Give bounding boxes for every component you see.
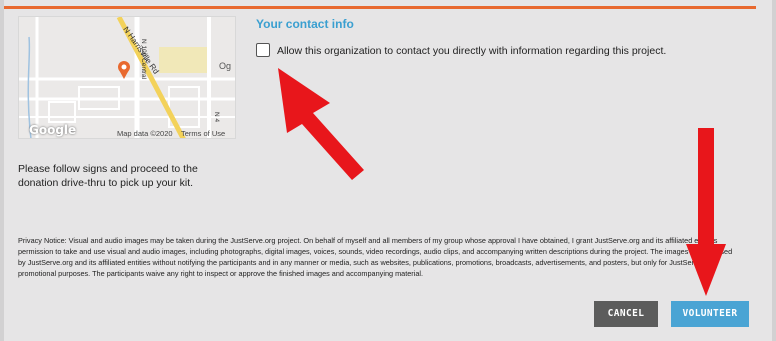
google-logo: Google	[29, 123, 77, 137]
street-label: N 4	[213, 112, 220, 123]
volunteer-button[interactable]: VOLUNTEER	[671, 301, 749, 327]
place-label: Og	[219, 61, 231, 71]
location-map[interactable]: N Harrisville Rd N 100 Central N 4 Og Go…	[18, 16, 236, 139]
arrow-to-checkbox-icon	[278, 68, 364, 180]
pickup-instructions: Please follow signs and proceed to the d…	[18, 163, 198, 189]
contact-permission-checkbox[interactable]	[256, 43, 270, 57]
street-label: N 100 Central	[140, 39, 147, 80]
modal: N Harrisville Rd N 100 Central N 4 Og Go…	[0, 0, 776, 341]
terms-of-use-link[interactable]: Terms of Use	[181, 129, 225, 138]
cancel-button[interactable]: CANCEL	[594, 301, 658, 327]
contact-permission-label[interactable]: Allow this organization to contact you d…	[277, 45, 666, 57]
frame-border	[772, 0, 776, 341]
privacy-notice: Privacy Notice: Visual and audio images …	[18, 236, 733, 278]
map-block	[159, 47, 211, 73]
frame-border	[0, 0, 4, 341]
accent-bar	[4, 6, 756, 9]
map-data-label: Map data ©2020	[117, 129, 173, 138]
contact-info-title: Your contact info	[256, 17, 354, 31]
map-graphic: N Harrisville Rd N 100 Central N 4 Og	[19, 17, 235, 138]
